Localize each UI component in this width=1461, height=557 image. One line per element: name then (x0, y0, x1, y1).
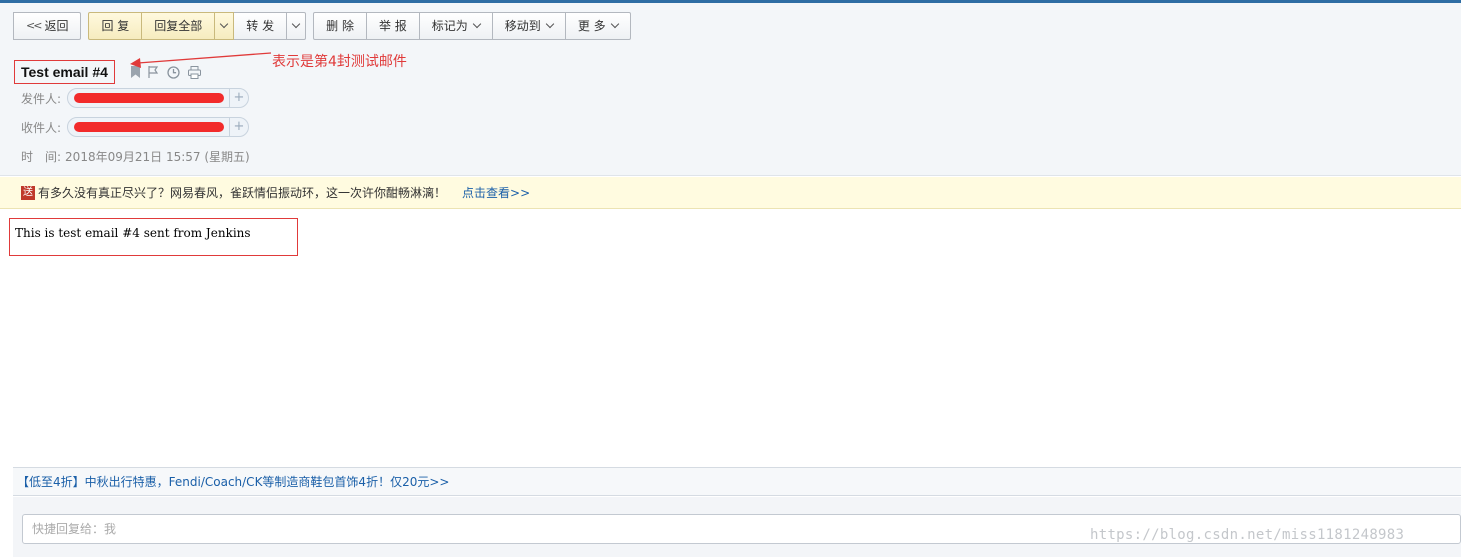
recipient-row: 收件人: + (21, 117, 249, 137)
redacted-recipient-mark (74, 122, 224, 132)
report-button[interactable]: 举 报 (366, 12, 420, 40)
email-subject: Test email #4 (21, 64, 108, 80)
annotation-text: 表示是第4封测试邮件 (272, 54, 407, 70)
chevron-down-icon (545, 19, 555, 29)
forward-button[interactable]: 转 发 (234, 12, 288, 40)
reply-group: 回 复 回复全部 转 发 (88, 12, 307, 40)
email-body-area: This is test email #4 sent from Jenkins (0, 210, 1461, 467)
email-header: << 返回 回 复 回复全部 转 发 删 除 举 报 标记为 移动到 更 多 T… (0, 3, 1461, 176)
actions-group: 删 除 举 报 标记为 移动到 更 多 (313, 12, 631, 40)
recipient-label: 收件人: (21, 120, 62, 135)
redacted-sender-mark (74, 93, 224, 103)
forward-dropdown-button[interactable] (287, 12, 307, 40)
sender-row: 发件人: + (21, 88, 249, 108)
time-label: 时 间: (21, 150, 62, 164)
move-to-label: 移动到 (504, 19, 541, 33)
subject-highlight-box: Test email #4 (14, 60, 115, 84)
move-to-button[interactable]: 移动到 (492, 12, 566, 40)
chevron-down-icon (220, 19, 229, 29)
promo-bar: 【低至4折】中秋出行特惠，Fendi/Coach/CK等制造商鞋包首饰4折！仅2… (13, 467, 1461, 496)
time-row: 时 间: 2018年09月21日 15:57 (星期五) (21, 148, 250, 165)
mark-as-button[interactable]: 标记为 (419, 12, 493, 40)
delete-button[interactable]: 删 除 (313, 12, 367, 40)
back-button[interactable]: << 返回 (13, 12, 82, 40)
promo-link[interactable]: 【低至4折】中秋出行特惠，Fendi/Coach/CK等制造商鞋包首饰4折！仅2… (17, 473, 449, 490)
sender-label: 发件人: (21, 91, 62, 106)
annotation-arrow (130, 52, 272, 68)
reply-button[interactable]: 回 复 (88, 12, 143, 40)
back-group: << 返回 (13, 12, 82, 40)
plus-icon[interactable]: + (229, 89, 248, 107)
ad-gift-icon: 送 (21, 185, 35, 200)
sender-pill[interactable]: + (67, 88, 249, 108)
more-button[interactable]: 更 多 (565, 12, 631, 40)
chevron-left-double-icon: << (26, 19, 43, 32)
ad-text: 有多久没有真正尽兴了？网易春风，雀跃情侣振动环，这一次许你酣畅淋漓！ (38, 186, 447, 200)
recipient-pill[interactable]: + (67, 117, 249, 137)
time-value: 2018年09月21日 15:57 (星期五) (65, 150, 250, 164)
mark-as-label: 标记为 (431, 19, 468, 33)
more-label: 更 多 (577, 19, 606, 33)
ad-banner: 送 有多久没有真正尽兴了？网易春风，雀跃情侣振动环，这一次许你酣畅淋漓！ 点击查… (0, 177, 1461, 209)
mail-toolbar: << 返回 回 复 回复全部 转 发 删 除 举 报 标记为 移动到 更 多 (13, 12, 638, 40)
ad-link[interactable]: 点击查看>> (462, 184, 530, 201)
report-label: 举 报 (378, 19, 407, 33)
forward-label: 转 发 (246, 19, 275, 33)
chevron-down-icon (610, 19, 619, 29)
reply-all-button[interactable]: 回复全部 (142, 12, 216, 40)
back-label: 返回 (44, 19, 69, 33)
chevron-down-icon (472, 19, 482, 29)
plus-icon[interactable]: + (229, 118, 248, 136)
reply-all-label: 回复全部 (154, 19, 203, 33)
reply-dropdown-button[interactable] (215, 12, 235, 40)
watermark: https://blog.csdn.net/miss1181248983 (1090, 527, 1405, 543)
reply-label: 回 复 (101, 19, 130, 33)
delete-label: 删 除 (326, 19, 354, 33)
email-body: This is test email #4 sent from Jenkins (9, 218, 298, 256)
chevron-down-icon (291, 19, 301, 29)
